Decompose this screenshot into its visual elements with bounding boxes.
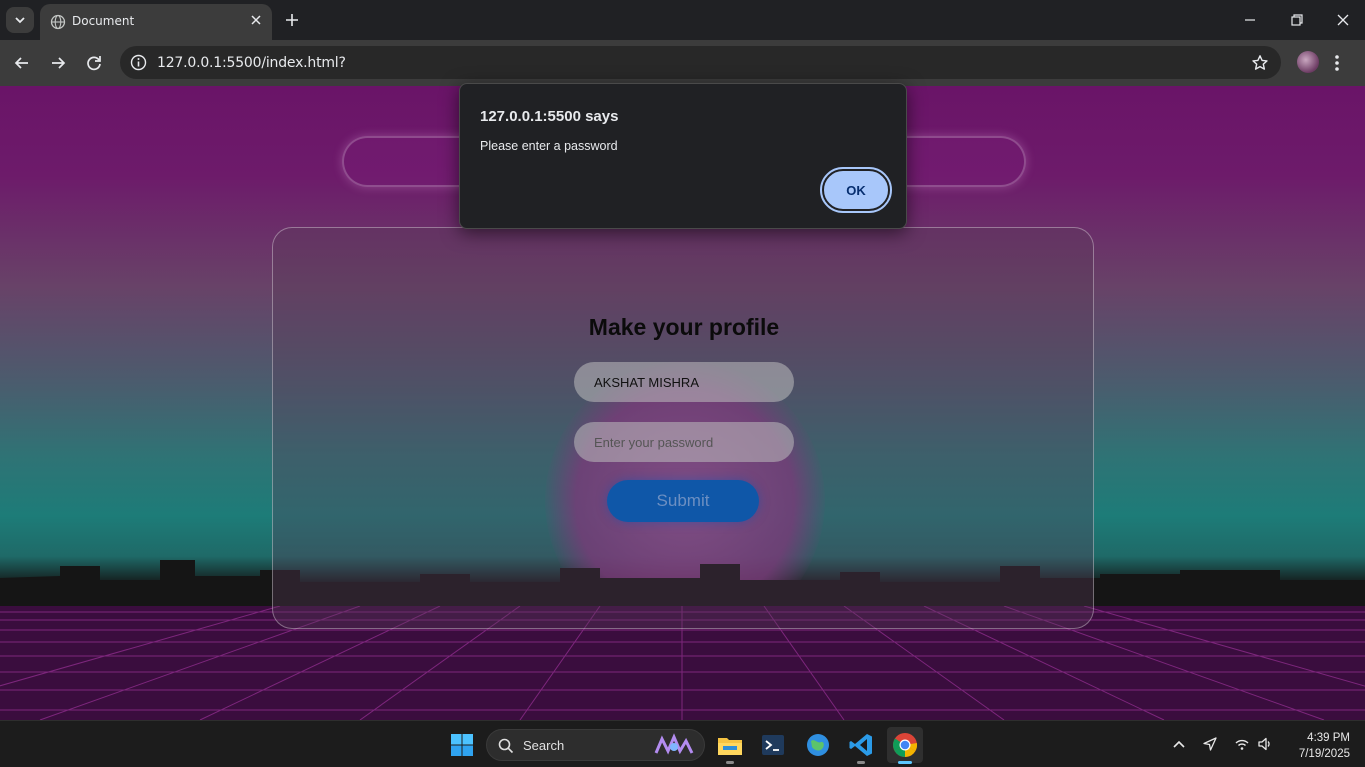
running-indicator xyxy=(726,761,734,764)
windows-icon[interactable] xyxy=(450,733,474,757)
terminal-icon xyxy=(762,735,784,755)
submit-button[interactable]: Submit xyxy=(607,480,759,522)
dialog-title: 127.0.0.1:5500 says xyxy=(480,108,619,125)
taskbar-vscode[interactable] xyxy=(843,727,879,764)
kebab-icon[interactable] xyxy=(1334,52,1340,74)
forward-icon[interactable] xyxy=(47,52,69,74)
tab-search-icon xyxy=(15,17,25,24)
taskbar: Search 4:39 PM 7/19/2025 xyxy=(0,720,1365,767)
plus-icon[interactable] xyxy=(282,10,302,30)
system-clock[interactable]: 4:39 PM 7/19/2025 xyxy=(1280,730,1350,762)
taskbar-terminal[interactable] xyxy=(755,727,791,763)
taskbar-globe-app[interactable] xyxy=(800,727,836,763)
location-icon[interactable] xyxy=(1202,736,1218,752)
taskbar-search[interactable]: Search xyxy=(486,729,705,761)
alert-dialog: 127.0.0.1:5500 says Please enter a passw… xyxy=(459,83,907,229)
taskbar-chrome[interactable] xyxy=(887,727,923,764)
dialog-message: Please enter a password xyxy=(480,139,618,153)
close-window-icon[interactable] xyxy=(1333,10,1353,30)
chevron-up-icon[interactable] xyxy=(1171,736,1187,752)
clock-date: 7/19/2025 xyxy=(1298,748,1350,760)
browser-toolbar: 127.0.0.1:5500/index.html? xyxy=(0,40,1365,86)
clock-time: 4:39 PM xyxy=(1307,732,1350,744)
info-icon[interactable] xyxy=(130,54,147,71)
search-label: Search xyxy=(523,738,565,753)
password-input[interactable] xyxy=(574,422,794,462)
file-explorer-icon xyxy=(718,738,742,755)
tab-strip: Document xyxy=(0,0,1365,40)
star-icon[interactable] xyxy=(1251,54,1269,72)
form-heading: Make your profile xyxy=(588,314,780,340)
wifi-icon[interactable] xyxy=(1234,736,1250,752)
address-bar[interactable]: 127.0.0.1:5500/index.html? xyxy=(120,46,1281,79)
search-icon xyxy=(498,738,514,754)
globe-app-icon xyxy=(807,734,829,756)
volume-icon[interactable] xyxy=(1257,736,1273,752)
restore-icon[interactable] xyxy=(1287,10,1307,30)
profile-avatar[interactable] xyxy=(1297,51,1319,73)
active-indicator xyxy=(898,761,912,764)
name-input[interactable] xyxy=(574,362,794,402)
tab-title: Document xyxy=(72,14,135,28)
running-indicator xyxy=(857,761,865,764)
tab-search-button[interactable] xyxy=(6,7,34,33)
close-icon[interactable] xyxy=(248,12,264,28)
search-highlight-icon xyxy=(654,733,694,755)
minimize-icon[interactable] xyxy=(1240,10,1260,30)
profile-form-card: Make your profile Submit xyxy=(272,227,1094,629)
back-icon[interactable] xyxy=(11,52,33,74)
vscode-icon xyxy=(849,734,872,756)
reload-icon[interactable] xyxy=(83,52,105,74)
url-text: 127.0.0.1:5500/index.html? xyxy=(157,55,346,71)
tab-document[interactable]: Document xyxy=(40,4,272,40)
taskbar-file-explorer[interactable] xyxy=(712,727,748,764)
ok-button[interactable]: OK xyxy=(820,167,892,213)
chrome-icon xyxy=(893,733,918,757)
globe-icon xyxy=(50,14,66,30)
